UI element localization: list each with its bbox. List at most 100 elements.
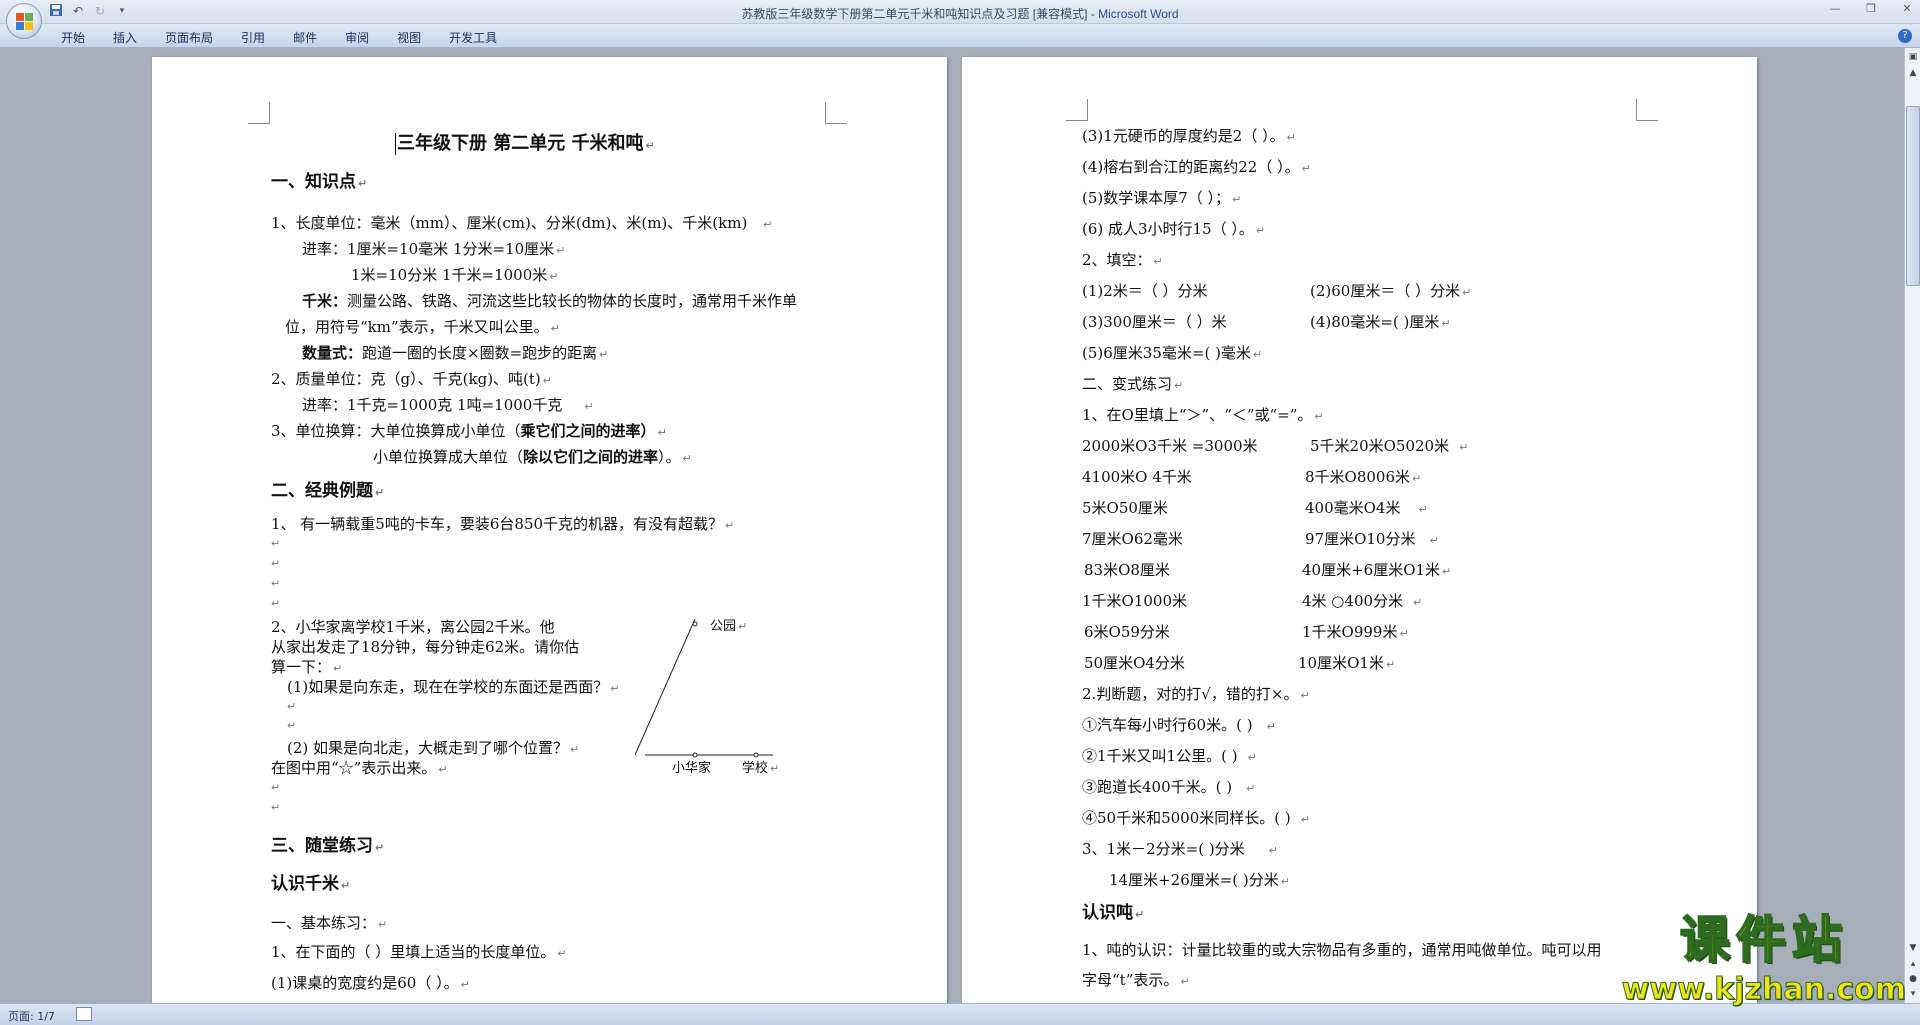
- paragraph: 进率：1厘米=10毫米 1分米=10厘米: [302, 240, 565, 260]
- compare-item: 97厘米O10分米: [1305, 530, 1439, 550]
- subsection-heading: 认识千米: [271, 875, 350, 895]
- minimize-icon[interactable]: —: [1828, 2, 1842, 16]
- app-name: Microsoft Word: [1098, 7, 1179, 21]
- scroll-down-icon[interactable]: ▼: [1906, 941, 1920, 955]
- paragraph: 2.判断题，对的打√，错的打×。: [1082, 685, 1310, 705]
- empty-paragraph-mark: [287, 719, 296, 732]
- maximize-icon[interactable]: ❐: [1864, 2, 1878, 16]
- map-diagram: 公园 小华家 学校: [635, 619, 795, 819]
- paragraph: 从家出发走了18分钟，每分钟走62米。请你估: [271, 638, 580, 656]
- paragraph: 3、单位换算：大单位换算成小单位（乘它们之间的进率）: [271, 422, 667, 442]
- paragraph: (2)60厘米＝（ ）分米: [1310, 282, 1471, 302]
- compare-item: 400毫米O4米: [1305, 499, 1428, 519]
- ruler-toggle-icon[interactable]: ▣: [1906, 50, 1920, 64]
- document-title: 苏教版三年级数学下册第二单元千米和吨知识点及习题 [兼容模式]: [741, 7, 1088, 21]
- paragraph: (2) 如果是向北走，大概走到了哪个位置？: [287, 739, 579, 759]
- compare-item: 4米 ○400分米: [1302, 592, 1422, 612]
- compare-item: 40厘米+6厘米O1米: [1302, 561, 1451, 581]
- title-bar: 苏教版三年级数学下册第二单元千米和吨知识点及习题 [兼容模式] - Micros…: [0, 0, 1920, 24]
- scroll-thumb[interactable]: [1906, 106, 1920, 286]
- customize-icon[interactable]: ▾: [114, 3, 130, 19]
- paragraph: 二、变式练习: [1082, 375, 1183, 395]
- undo-icon[interactable]: ↶: [70, 3, 86, 19]
- tab-review[interactable]: 审阅: [344, 29, 370, 46]
- compare-item: 10厘米O1米: [1298, 654, 1395, 674]
- paragraph: 1、在下面的（ ）里填上适当的长度单位。: [271, 943, 567, 963]
- window-controls: — ❐ ✕: [1828, 2, 1914, 16]
- compare-item: 83米O8厘米: [1084, 561, 1170, 579]
- close-icon[interactable]: ✕: [1900, 2, 1914, 16]
- proofing-icon[interactable]: [76, 1007, 92, 1021]
- paragraph: 一、基本练习：: [271, 914, 387, 934]
- empty-paragraph-mark: [271, 597, 280, 610]
- paragraph: 字母“t”表示。: [1082, 971, 1190, 991]
- paragraph: 小单位换算成大单位（除以它们之间的进率）。: [373, 448, 692, 468]
- office-logo-icon: [16, 13, 33, 30]
- tab-mailings[interactable]: 邮件: [292, 29, 318, 46]
- paragraph: (4)80毫米=( )厘米: [1310, 313, 1451, 333]
- judge-item: ③跑道长400千米。( ): [1082, 778, 1255, 798]
- document-workspace[interactable]: 三年级下册 第二单元 千米和吨 一、知识点 1、长度单位：毫米（mm）、厘米(c…: [0, 48, 1904, 1003]
- redo-icon[interactable]: ↻: [92, 3, 108, 19]
- paragraph: (3)300厘米＝（ ）米: [1082, 313, 1227, 331]
- window-title: 苏教版三年级数学下册第二单元千米和吨知识点及习题 [兼容模式] - Micros…: [741, 7, 1179, 21]
- watermark-url: www.kjzhan.com: [1621, 972, 1906, 1008]
- crop-mark: [1066, 99, 1088, 121]
- office-button[interactable]: [6, 3, 42, 39]
- compare-item: 8千米O8006米: [1305, 468, 1421, 488]
- empty-paragraph-mark: [271, 537, 280, 550]
- map-label-school: 学校: [742, 760, 779, 778]
- ribbon: 开始 插入 页面布局 引用 邮件 审阅 视图 开发工具 ?: [0, 24, 1920, 48]
- paragraph: 算一下：: [271, 658, 342, 678]
- text-cursor: [395, 133, 396, 155]
- tab-page-layout[interactable]: 页面布局: [164, 29, 214, 46]
- paragraph: 位，用符号“km”表示，千米又叫公里。: [285, 318, 560, 338]
- compare-item: 7厘米O62毫米: [1082, 530, 1183, 548]
- paragraph: (1)如果是向东走，现在在学校的东面还是西面？: [287, 678, 619, 698]
- paragraph: (1)课桌的宽度约是60（ ）。: [271, 974, 470, 994]
- tab-insert[interactable]: 插入: [112, 29, 138, 46]
- section-heading: 一、知识点: [271, 173, 367, 193]
- ribbon-tabs: 开始 插入 页面布局 引用 邮件 审阅 视图 开发工具: [60, 29, 498, 46]
- next-page-icon[interactable]: ▾: [1906, 987, 1920, 1001]
- paragraph: 进率：1千克=1000克 1吨=1000千克: [302, 396, 594, 416]
- tab-view[interactable]: 视图: [396, 29, 422, 46]
- previous-page-icon[interactable]: ▴: [1906, 957, 1920, 971]
- compare-item: 4100米O 4千米: [1082, 468, 1192, 486]
- paragraph: 在图中用“☆”表示出来。: [271, 759, 448, 779]
- crop-mark: [1636, 99, 1658, 121]
- page-1[interactable]: 三年级下册 第二单元 千米和吨 一、知识点 1、长度单位：毫米（mm）、厘米(c…: [152, 57, 947, 1003]
- paragraph: 1、吨的认识：计量比较重的或大宗物品有多重的，通常用吨做单位。吨可以用: [1082, 941, 1602, 959]
- tab-developer[interactable]: 开发工具: [448, 29, 498, 46]
- map-home-point: [692, 752, 698, 758]
- tab-home[interactable]: 开始: [60, 29, 86, 46]
- judge-item: ①汽车每小时行60米。( ): [1082, 716, 1276, 736]
- empty-paragraph-mark: [271, 577, 280, 590]
- watermark-logo: 课件站 www.kjzhan.com: [1621, 900, 1906, 1008]
- save-icon[interactable]: [48, 3, 64, 19]
- paragraph: 3、1米－2分米=( )分米: [1082, 840, 1278, 860]
- compare-item: 1千米O1000米: [1082, 592, 1188, 610]
- compare-item: 2000米O3千米 =3000米: [1082, 437, 1258, 455]
- crop-mark: [825, 102, 847, 124]
- map-park-point: [692, 621, 698, 627]
- empty-paragraph-mark: [287, 700, 296, 713]
- watermark-text: 课件站: [1679, 910, 1848, 970]
- scroll-up-icon[interactable]: ▲: [1906, 66, 1920, 80]
- map-road-north: [635, 619, 696, 756]
- paragraph: 14厘米+26厘米=( )分米: [1109, 871, 1290, 891]
- vertical-scrollbar[interactable]: ▣ ▲ ▼ ▴ ● ▾: [1904, 48, 1920, 1003]
- help-icon[interactable]: ?: [1898, 29, 1912, 43]
- paragraph: (4)榕右到合江的距离约22（ ）。: [1082, 158, 1311, 178]
- judge-item: ④50千米和5000米同样长。( ): [1082, 809, 1310, 829]
- page-2[interactable]: (3)1元硬币的厚度约是2（ ）。 (4)榕右到合江的距离约22（ ）。 (5)…: [962, 57, 1757, 1003]
- browse-object-icon[interactable]: ●: [1906, 972, 1920, 986]
- subsection-heading: 认识吨: [1082, 904, 1144, 924]
- crop-mark: [248, 102, 270, 124]
- paragraph: (6) 成人3小时行15（ ）。: [1082, 220, 1265, 240]
- paragraph: 数量式：跑道一圈的长度×圈数=跑步的距离: [302, 344, 608, 364]
- tab-references[interactable]: 引用: [240, 29, 266, 46]
- paragraph: (3)1元硬币的厚度约是2（ ）。: [1082, 127, 1296, 147]
- page-count[interactable]: 页面: 1/7: [8, 1008, 55, 1024]
- paragraph: (1)2米＝（ ）分米: [1082, 282, 1208, 300]
